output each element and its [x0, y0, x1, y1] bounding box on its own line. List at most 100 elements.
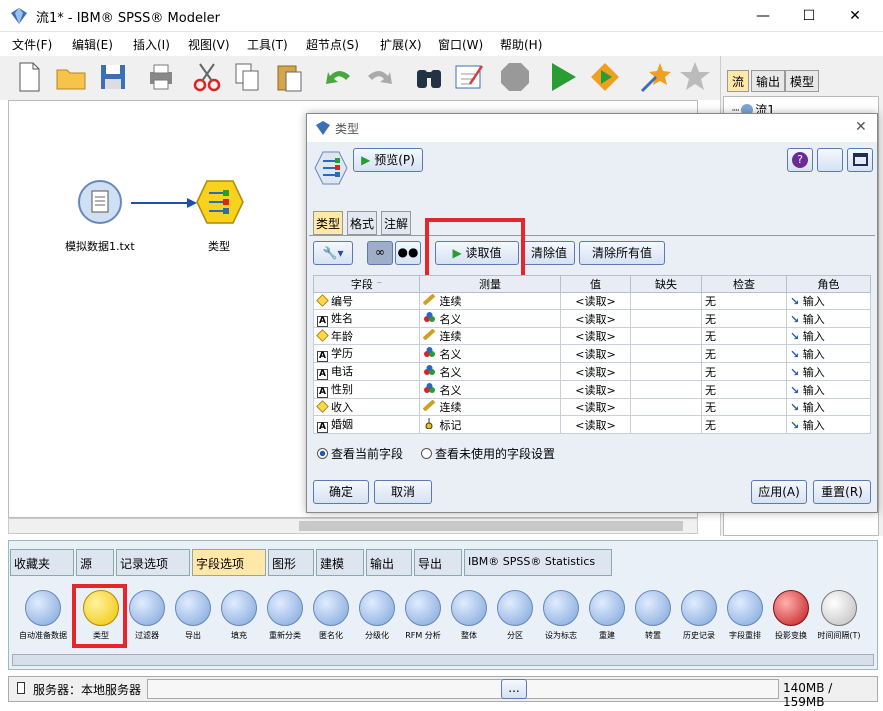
cell-missing[interactable] — [630, 362, 702, 381]
palette-tab-spss-statistics[interactable]: IBM® SPSS® Statistics — [464, 549, 612, 576]
scroll-thumb[interactable] — [299, 521, 683, 531]
paste-icon[interactable] — [272, 60, 306, 94]
cell-check[interactable]: 无 — [701, 344, 787, 363]
table-row[interactable]: A 电话 名义 <读取> 无 ↘ 输入 — [313, 362, 871, 381]
cell-check[interactable]: 无 — [701, 380, 787, 399]
cell-check[interactable]: 无 — [701, 362, 787, 381]
cell-values[interactable]: <读取> — [560, 292, 631, 310]
cell-measure[interactable]: 标记 — [419, 415, 561, 434]
cell-check[interactable]: 无 — [701, 398, 787, 416]
cell-values[interactable]: <读取> — [560, 362, 631, 381]
cell-measure[interactable]: 连续 — [419, 292, 561, 310]
magic-wand-icon[interactable] — [638, 60, 672, 94]
cut-icon[interactable] — [190, 60, 224, 94]
cell-missing[interactable] — [630, 327, 702, 345]
tools-dropdown-button[interactable]: 🔧▾ — [313, 241, 353, 265]
type-node-icon[interactable] — [195, 179, 245, 225]
menu-supernode[interactable]: 超节点(S) — [306, 36, 359, 53]
menu-window[interactable]: 窗口(W) — [438, 36, 483, 53]
cell-field[interactable]: 收入 — [313, 398, 420, 416]
minimize-button[interactable]: — — [740, 0, 786, 32]
table-row[interactable]: A 学历 名义 <读取> 无 ↘ 输入 — [313, 344, 871, 363]
cell-measure[interactable]: 名义 — [419, 362, 561, 381]
cell-role[interactable]: ↘ 输入 — [786, 327, 871, 345]
cell-values[interactable]: <读取> — [560, 380, 631, 399]
menu-edit[interactable]: 编辑(E) — [72, 36, 113, 53]
tab-outputs[interactable]: 输出 — [751, 70, 786, 92]
palette-tab-export[interactable]: 导出 — [414, 549, 462, 576]
cell-check[interactable]: 无 — [701, 415, 787, 434]
canvas-horizontal-scrollbar[interactable] — [8, 518, 698, 534]
undo-icon[interactable] — [322, 60, 356, 94]
tab-types[interactable]: 类型 — [313, 211, 344, 235]
table-row[interactable]: 收入 连续 <读取> 无 ↘ 输入 — [313, 398, 871, 416]
col-role[interactable]: 角色 — [786, 275, 871, 293]
var-file-node-icon[interactable] — [77, 179, 123, 225]
table-row[interactable]: 编号 连续 <读取> 无 ↘ 输入 — [313, 292, 871, 310]
cell-role[interactable]: ↘ 输入 — [786, 415, 871, 434]
binoculars-icon[interactable] — [412, 60, 446, 94]
radio-current-fields[interactable]: 查看当前字段 — [317, 445, 403, 462]
col-values[interactable]: 值 — [560, 275, 631, 293]
annotation-icon[interactable] — [452, 60, 486, 94]
cell-measure[interactable]: 名义 — [419, 309, 561, 328]
palette-tab-favorites[interactable]: 收藏夹 — [10, 549, 74, 576]
print-icon[interactable] — [144, 60, 178, 94]
cell-check[interactable]: 无 — [701, 327, 787, 345]
close-button[interactable]: ✕ — [832, 0, 878, 32]
col-measure[interactable]: 测量 — [419, 275, 561, 293]
preview-button[interactable]: ▶ 预览(P) — [353, 148, 423, 172]
clear-values-button[interactable]: 清除值 — [523, 241, 575, 265]
cell-role[interactable]: ↘ 输入 — [786, 362, 871, 381]
redo-icon[interactable] — [362, 60, 396, 94]
menu-help[interactable]: 帮助(H) — [500, 36, 542, 53]
cell-role[interactable]: ↘ 输入 — [786, 292, 871, 310]
col-field[interactable]: 字段 ⁻ — [313, 275, 420, 293]
palette-tab-modeling[interactable]: 建模 — [316, 549, 364, 576]
palette-tab-graphs[interactable]: 图形 — [268, 549, 314, 576]
cell-role[interactable]: ↘ 输入 — [786, 344, 871, 363]
cell-field[interactable]: A 性别 — [313, 380, 420, 399]
palette-tab-sources[interactable]: 源 — [76, 549, 114, 576]
cell-role[interactable]: ↘ 输入 — [786, 398, 871, 416]
cell-measure[interactable]: 连续 — [419, 398, 561, 416]
menu-file[interactable]: 文件(F) — [12, 36, 52, 53]
favorite-star-icon[interactable] — [678, 60, 712, 94]
palette-tab-field-ops[interactable]: 字段选项 — [192, 549, 266, 576]
menu-view[interactable]: 视图(V) — [188, 36, 230, 53]
cell-role[interactable]: ↘ 输入 — [786, 380, 871, 399]
radio-unused-fields[interactable]: 查看未使用的字段设置 — [421, 445, 555, 462]
cell-missing[interactable] — [630, 292, 702, 310]
palette-tab-record-ops[interactable]: 记录选项 — [116, 549, 190, 576]
palette-node-auto-data-prep[interactable]: 自动准备数据 — [14, 590, 72, 646]
palette-tab-output[interactable]: 输出 — [366, 549, 412, 576]
tab-models[interactable]: 模型 — [785, 70, 820, 92]
cell-field[interactable]: A 电话 — [313, 362, 420, 381]
help-button[interactable]: ? — [787, 148, 813, 172]
cell-field[interactable]: 年龄 — [313, 327, 420, 345]
hide-settings-button[interactable]: ●● — [395, 241, 421, 265]
menu-extensions[interactable]: 扩展(X) — [380, 36, 422, 53]
stop-icon[interactable] — [498, 60, 532, 94]
copy-icon[interactable] — [230, 60, 264, 94]
cell-check[interactable]: 无 — [701, 309, 787, 328]
cell-missing[interactable] — [630, 398, 702, 416]
open-folder-icon[interactable] — [54, 60, 88, 94]
reset-button[interactable]: 重置(R) — [813, 480, 871, 504]
cell-missing[interactable] — [630, 415, 702, 434]
menu-insert[interactable]: 插入(I) — [133, 36, 170, 53]
cell-missing[interactable] — [630, 309, 702, 328]
cell-field[interactable]: A 学历 — [313, 344, 420, 363]
apply-button[interactable]: 应用(A) — [751, 480, 807, 504]
cell-measure[interactable]: 名义 — [419, 380, 561, 399]
cancel-button[interactable]: 取消 — [374, 480, 432, 504]
col-check[interactable]: 检查 — [701, 275, 787, 293]
tab-annotations[interactable]: 注解 — [381, 211, 412, 235]
cell-check[interactable]: 无 — [701, 292, 787, 310]
table-row[interactable]: A 婚姻 标记 <读取> 无 ↘ 输入 — [313, 415, 871, 434]
tab-format[interactable]: 格式 — [347, 211, 378, 235]
cell-values[interactable]: <读取> — [560, 398, 631, 416]
cell-values[interactable]: <读取> — [560, 415, 631, 434]
dialog-maximize-button[interactable] — [847, 148, 873, 172]
cell-missing[interactable] — [630, 380, 702, 399]
